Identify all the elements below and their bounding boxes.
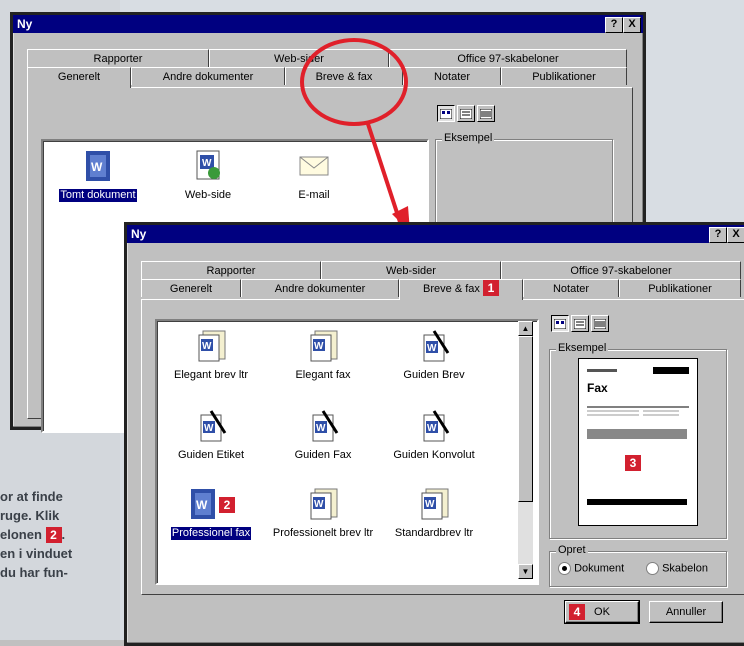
- tab-generelt[interactable]: Generelt: [27, 67, 131, 88]
- list-item[interactable]: W2 Professionel fax: [161, 487, 261, 541]
- new-dialog: Ny ? X Rapporter Web-sider Office 97-ska…: [124, 222, 744, 646]
- tab-office97[interactable]: Office 97-skabeloner: [501, 261, 741, 279]
- radio-button[interactable]: [646, 562, 659, 575]
- svg-text:W: W: [196, 498, 208, 512]
- preview-label: Eksempel: [556, 342, 609, 354]
- svg-text:W: W: [425, 499, 435, 510]
- tab-rapporter[interactable]: Rapporter: [141, 261, 321, 279]
- wizard-icon: W: [307, 409, 339, 443]
- window-title: Ny: [131, 227, 147, 241]
- svg-text:W: W: [314, 499, 324, 510]
- cancel-button[interactable]: Annuller: [649, 601, 723, 623]
- vertical-scrollbar[interactable]: ▲ ▼: [518, 321, 533, 579]
- word-template-icon: W: [418, 487, 450, 521]
- preview-group: Eksempel Fax 3: [549, 342, 727, 539]
- template-list[interactable]: W Elegant brev ltr W Elegant fax W Guide…: [155, 319, 539, 585]
- svg-text:W: W: [314, 341, 324, 352]
- large-icons-button[interactable]: [551, 315, 569, 332]
- word-template-icon: W: [307, 487, 339, 521]
- details-view-button[interactable]: [591, 315, 609, 332]
- preview-page: Fax 3: [578, 358, 698, 526]
- create-group: Opret Dokument Skabelon: [549, 544, 727, 587]
- tab-web-sider[interactable]: Web-sider: [321, 261, 501, 279]
- preview-heading: Fax: [587, 381, 608, 395]
- list-item[interactable]: W Guiden Konvolut: [379, 409, 489, 462]
- list-item[interactable]: W Guiden Etiket: [161, 409, 261, 462]
- scroll-down-icon[interactable]: ▼: [518, 564, 533, 579]
- svg-text:W: W: [316, 423, 326, 434]
- word-template-icon: W: [307, 329, 339, 363]
- list-item[interactable]: W Professionelt brev ltr: [269, 487, 377, 540]
- svg-text:W: W: [204, 423, 214, 434]
- list-item[interactable]: W Guiden Brev: [379, 329, 489, 382]
- help-button[interactable]: ?: [709, 227, 727, 243]
- step-badge: 1: [482, 280, 499, 296]
- scroll-up-icon[interactable]: ▲: [518, 321, 533, 336]
- svg-text:W: W: [427, 343, 437, 354]
- view-buttons: [551, 315, 609, 332]
- ok-button[interactable]: 4 OK: [564, 600, 640, 624]
- step-badge: 2: [219, 497, 235, 513]
- close-button[interactable]: X: [727, 227, 744, 243]
- word-doc-icon: W: [187, 487, 219, 521]
- create-label: Opret: [556, 544, 588, 556]
- tab-andre-dokumenter[interactable]: Andre dokumenter: [241, 279, 399, 297]
- tab-generelt[interactable]: Generelt: [141, 279, 241, 297]
- wizard-icon: W: [418, 409, 450, 443]
- step-badge: 3: [625, 455, 641, 471]
- wizard-icon: W: [418, 329, 450, 363]
- svg-text:W: W: [202, 341, 212, 352]
- title-bar: Ny ? X: [127, 225, 744, 243]
- tab-publikationer[interactable]: Publikationer: [619, 279, 741, 297]
- wizard-icon: W: [195, 409, 227, 443]
- radio-template[interactable]: Skabelon: [646, 562, 708, 575]
- list-item[interactable]: W Elegant brev ltr: [161, 329, 261, 382]
- tab-notater[interactable]: Notater: [523, 279, 619, 297]
- word-template-icon: W: [195, 329, 227, 363]
- step-badge: 4: [569, 604, 585, 620]
- svg-text:W: W: [427, 423, 437, 434]
- list-item[interactable]: W Elegant fax: [273, 329, 373, 382]
- radio-document[interactable]: Dokument: [558, 562, 624, 575]
- radio-button[interactable]: [558, 562, 571, 575]
- list-view-button[interactable]: [571, 315, 589, 332]
- list-item[interactable]: W Standardbrev ltr: [379, 487, 489, 540]
- list-item[interactable]: W Guiden Fax: [273, 409, 373, 462]
- scroll-thumb[interactable]: [518, 336, 533, 502]
- tab-breve-fax[interactable]: Breve & fax 1: [399, 279, 523, 300]
